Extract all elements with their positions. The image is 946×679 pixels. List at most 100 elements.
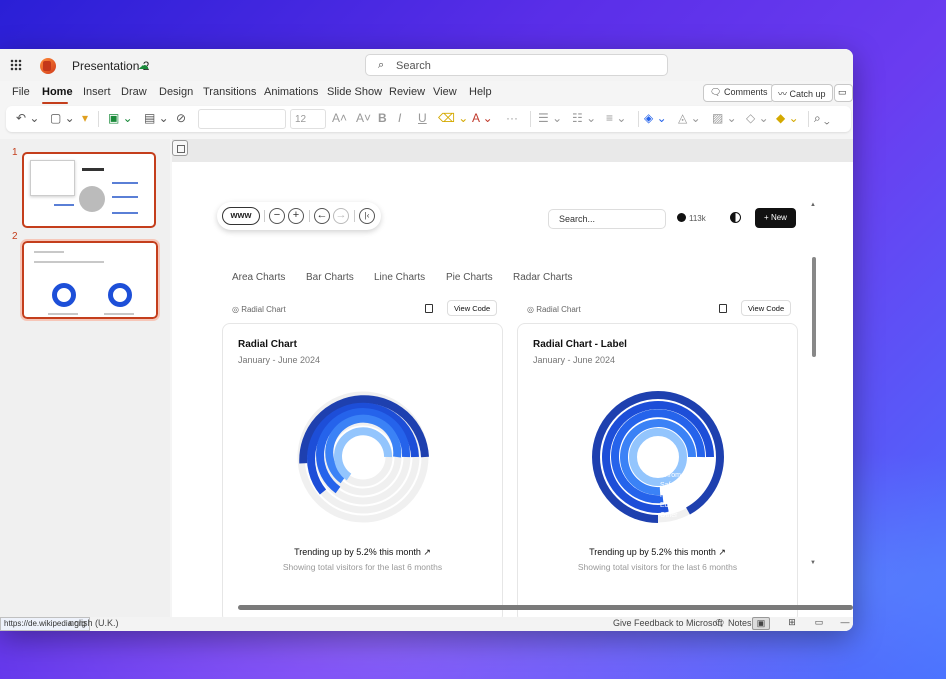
bullets-icon[interactable]: ☰ ⌄	[538, 111, 562, 125]
scroll-up-icon[interactable]: ▲	[810, 202, 816, 208]
card-footer: Showing total visitors for the last 6 mo…	[282, 562, 443, 572]
site-search-input[interactable]: Search...	[548, 209, 666, 229]
thumbnail-heading	[82, 168, 104, 171]
view-code-button[interactable]: View Code	[741, 300, 792, 316]
slide-sorter-icon[interactable]: ⊞	[783, 617, 801, 630]
horizontal-scrollbar[interactable]	[238, 605, 853, 610]
github-link[interactable]: 113k	[677, 213, 706, 223]
arc-label: Safari	[660, 482, 679, 489]
catch-up-button[interactable]: 〰 Catch up	[771, 84, 833, 102]
hide-slide-icon[interactable]: ⊘	[176, 111, 186, 125]
scroll-down-icon[interactable]: ▼	[810, 560, 816, 566]
tab-design[interactable]: Design	[159, 86, 193, 98]
tab-pie-charts[interactable]: Pie Charts	[446, 272, 493, 283]
status-bar: https://de.wikipedia.org nglish (U.K.) G…	[0, 617, 853, 631]
trending-up-icon: ↗	[423, 547, 431, 557]
current-slide[interactable]: www − + ← → |‹ Search... 113k + New Area…	[172, 162, 853, 617]
back-icon[interactable]: ←	[314, 208, 330, 224]
toolbar-separator	[309, 210, 310, 222]
search-placeholder: Search	[396, 60, 431, 72]
new-button[interactable]: + New	[755, 208, 796, 228]
toggle-pane-icon[interactable]	[172, 140, 188, 156]
copy-icon[interactable]	[425, 304, 433, 313]
paste-icon[interactable]: ▢ ⌄	[50, 111, 75, 125]
card-header-label: ◎ Radial Chart	[232, 305, 286, 314]
language-indicator[interactable]: nglish (U.K.)	[69, 618, 119, 628]
card-subtitle: January - June 2024	[533, 355, 616, 365]
tab-transitions[interactable]: Transitions	[203, 86, 256, 98]
app-launcher-icon[interactable]	[10, 59, 22, 71]
feedback-link[interactable]: Give Feedback to Microsoft	[613, 618, 723, 628]
notes-button[interactable]: 🗨 Notes	[714, 618, 751, 629]
tab-help[interactable]: Help	[469, 86, 492, 98]
tab-radar-charts[interactable]: Radar Charts	[513, 272, 572, 283]
tab-animations[interactable]: Animations	[264, 86, 318, 98]
zoom-out-icon[interactable]: −	[269, 208, 285, 224]
tab-draw[interactable]: Draw	[121, 86, 147, 98]
tab-view[interactable]: View	[433, 86, 457, 98]
forward-icon[interactable]: →	[333, 208, 349, 224]
copy-icon[interactable]	[719, 304, 727, 313]
font-family-select[interactable]	[198, 109, 286, 129]
slide-thumbnail-1[interactable]	[22, 152, 156, 228]
thumbnail-line	[112, 196, 138, 198]
grow-font-icon[interactable]: A˄	[332, 111, 347, 125]
comments-button[interactable]: 🗨 Comments	[703, 84, 775, 102]
theme-toggle-icon[interactable]	[730, 212, 741, 223]
find-icon[interactable]: ⌕ ⌄	[814, 111, 830, 126]
shape-outline-icon[interactable]: ▨ ⌄	[712, 111, 737, 125]
shape-effects-icon[interactable]: ◇ ⌄	[746, 111, 769, 125]
comments-label: Comments	[723, 87, 768, 97]
underline-icon[interactable]: U	[418, 111, 427, 125]
shrink-font-icon[interactable]: A˅	[356, 111, 371, 125]
shape-fill-icon[interactable]: ◬ ⌄	[678, 111, 701, 125]
tab-home[interactable]: Home	[42, 86, 73, 98]
tab-insert[interactable]: Insert	[83, 86, 111, 98]
new-slide-icon[interactable]: ▣ ⌄	[108, 111, 133, 125]
trending-up-icon: ↗	[718, 547, 726, 557]
italic-icon[interactable]: I	[398, 111, 401, 125]
slide-number-1: 1	[12, 147, 18, 158]
view-code-button[interactable]: View Code	[447, 300, 498, 316]
shapes-icon[interactable]: ◈ ⌄	[644, 111, 667, 125]
arc-label: Other	[660, 512, 678, 519]
reading-view-icon[interactable]: ▭	[810, 617, 828, 630]
trend-label: Trending up by 5.2% this month	[294, 547, 421, 557]
zoom-in-icon[interactable]: +	[288, 208, 304, 224]
thumbnail-radial	[108, 283, 132, 307]
first-page-icon[interactable]: |‹	[359, 208, 375, 224]
arc-label: Chrome	[660, 472, 685, 479]
tab-file[interactable]: File	[12, 86, 30, 98]
designer-icon[interactable]: ◆ ⌄	[776, 111, 799, 125]
zoom-slider-icon[interactable]: —	[836, 617, 853, 630]
undo-icon[interactable]: ↶ ⌄	[16, 111, 39, 125]
font-size-select[interactable]: 12	[290, 109, 326, 129]
layout-icon[interactable]: ▤ ⌄	[144, 111, 169, 125]
align-icon[interactable]: ≡ ⌄	[606, 111, 626, 125]
numbering-icon[interactable]: ☷ ⌄	[572, 111, 596, 125]
format-painter-icon[interactable]: ▾	[82, 111, 88, 125]
slide-thumbnail-2[interactable]	[20, 239, 160, 321]
thumbnail-line	[34, 261, 104, 263]
highlight-icon[interactable]: ⌫ ⌄	[438, 111, 468, 125]
bold-icon[interactable]: B	[378, 111, 387, 125]
notes-icon: 🗨	[714, 618, 726, 628]
notes-label: Notes	[727, 618, 752, 628]
vertical-scrollbar[interactable]	[812, 257, 816, 357]
thumbnail-globe	[79, 186, 105, 212]
search-input[interactable]: ⌕ Search	[365, 54, 668, 76]
www-button[interactable]: www	[222, 207, 260, 225]
tab-slide-show[interactable]: Slide Show	[327, 86, 382, 98]
tab-bar-charts[interactable]: Bar Charts	[306, 272, 354, 283]
more-font-icon[interactable]: ···	[506, 111, 518, 125]
tab-area-charts[interactable]: Area Charts	[232, 272, 285, 283]
other-arc	[334, 427, 393, 481]
tab-review[interactable]: Review	[389, 86, 425, 98]
normal-view-icon[interactable]: ▣	[752, 617, 770, 630]
font-color-icon[interactable]: A ⌄	[472, 111, 493, 125]
ribbon-separator	[530, 111, 531, 127]
tab-line-charts[interactable]: Line Charts	[374, 272, 425, 283]
card-title: Radial Chart - Label	[533, 339, 627, 350]
trend-text: Trending up by 5.2% this month ↗	[518, 547, 797, 558]
present-button[interactable]: ▭	[834, 84, 853, 102]
